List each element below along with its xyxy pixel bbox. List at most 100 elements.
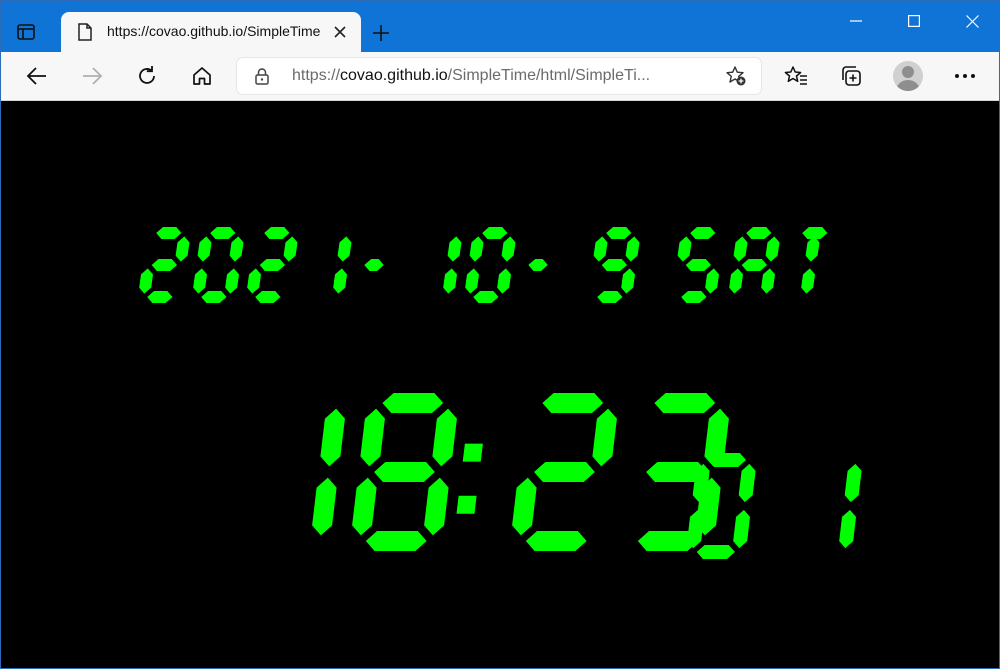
close-icon	[334, 26, 346, 38]
favorites-button[interactable]	[778, 58, 814, 94]
segment	[352, 477, 377, 536]
browser-window: https://covao.github.io/SimpleTime https…	[0, 0, 1000, 669]
avatar[interactable]	[893, 61, 923, 91]
segment	[690, 227, 716, 239]
segment	[542, 393, 604, 413]
segment	[229, 236, 244, 262]
segment	[593, 236, 608, 262]
home-icon	[193, 67, 211, 85]
collections-button[interactable]	[833, 58, 869, 94]
minimize-icon	[850, 20, 862, 22]
segment	[473, 291, 499, 303]
more-icon	[955, 74, 975, 78]
segment	[210, 227, 236, 239]
maximize-button[interactable]	[885, 1, 943, 41]
browser-toolbar: https://covao.github.io/SimpleTime/html/…	[1, 52, 999, 101]
refresh-button[interactable]	[129, 58, 165, 94]
segment	[592, 408, 617, 467]
clock-glyph	[801, 227, 828, 294]
segment	[197, 236, 212, 262]
segment	[733, 509, 750, 549]
segment	[738, 463, 756, 503]
colon-dot	[456, 495, 477, 514]
tab-actions-button[interactable]	[9, 15, 43, 49]
segment	[601, 259, 627, 271]
clock-glyph	[193, 227, 244, 303]
segment	[707, 453, 746, 467]
segment	[654, 393, 716, 413]
segment	[432, 408, 457, 467]
clock-glyph	[312, 408, 345, 536]
url-prefix: https://	[292, 67, 341, 84]
forward-arrow-icon	[83, 67, 103, 85]
clock-glyph	[528, 259, 548, 271]
segment	[443, 268, 457, 294]
address-text: https://covao.github.io/SimpleTime/html/…	[292, 67, 712, 85]
segment	[374, 462, 435, 482]
clock-glyph	[364, 259, 384, 271]
browser-tab[interactable]: https://covao.github.io/SimpleTime	[61, 12, 361, 52]
clock-glyph	[637, 393, 729, 551]
segment	[247, 268, 261, 294]
segment	[501, 236, 516, 262]
collections-icon	[842, 66, 861, 86]
back-button[interactable]	[19, 58, 55, 94]
segment	[469, 236, 484, 262]
segment	[729, 268, 743, 294]
clock-glyph	[839, 463, 862, 549]
segment	[761, 268, 775, 294]
clock-glyph	[677, 227, 719, 303]
lock-icon	[255, 68, 269, 85]
segment	[525, 531, 587, 551]
segment	[333, 268, 347, 294]
more-button[interactable]	[947, 58, 983, 94]
page-icon	[78, 23, 92, 41]
segment	[746, 227, 772, 239]
clock-glyph	[333, 236, 352, 294]
address-bar[interactable]: https://covao.github.io/SimpleTime/html/…	[237, 58, 761, 94]
segment	[283, 236, 298, 262]
segment	[225, 268, 239, 294]
segment	[193, 268, 207, 294]
plus-icon	[373, 25, 389, 41]
refresh-icon	[139, 66, 155, 84]
segment	[597, 291, 623, 303]
segment	[482, 227, 508, 239]
window-close-button[interactable]	[943, 1, 999, 41]
clock-glyph	[465, 227, 516, 303]
segment	[365, 531, 427, 551]
segment	[805, 236, 820, 262]
add-favorite-button[interactable]	[724, 64, 748, 88]
segment	[677, 236, 692, 262]
segment	[741, 259, 767, 271]
minimize-button[interactable]	[827, 1, 885, 41]
close-icon	[965, 14, 979, 28]
forward-button[interactable]	[74, 58, 110, 94]
segment	[839, 509, 856, 549]
tab-close-button[interactable]	[329, 21, 351, 43]
tab-actions-icon	[17, 24, 35, 40]
new-tab-button[interactable]	[367, 19, 395, 47]
segment	[382, 393, 444, 413]
title-bar: https://covao.github.io/SimpleTime	[1, 1, 999, 52]
segment	[447, 236, 462, 262]
segment	[497, 268, 511, 294]
url-host: covao.github.io	[340, 67, 448, 84]
clock-glyph	[593, 227, 640, 303]
home-button[interactable]	[184, 58, 220, 94]
tab-title: https://covao.github.io/SimpleTime	[107, 23, 321, 39]
segment	[259, 259, 285, 271]
segment	[151, 259, 177, 271]
segment	[512, 477, 537, 536]
clock-glyph	[729, 227, 780, 294]
segment	[606, 227, 632, 239]
favorites-icon	[784, 66, 807, 85]
clock-glyph	[352, 393, 457, 551]
segment	[681, 291, 707, 303]
segment	[528, 259, 548, 271]
segment	[255, 291, 281, 303]
segment	[139, 268, 153, 294]
clock-time-line	[312, 393, 862, 559]
segment	[364, 259, 384, 271]
segment	[765, 236, 780, 262]
